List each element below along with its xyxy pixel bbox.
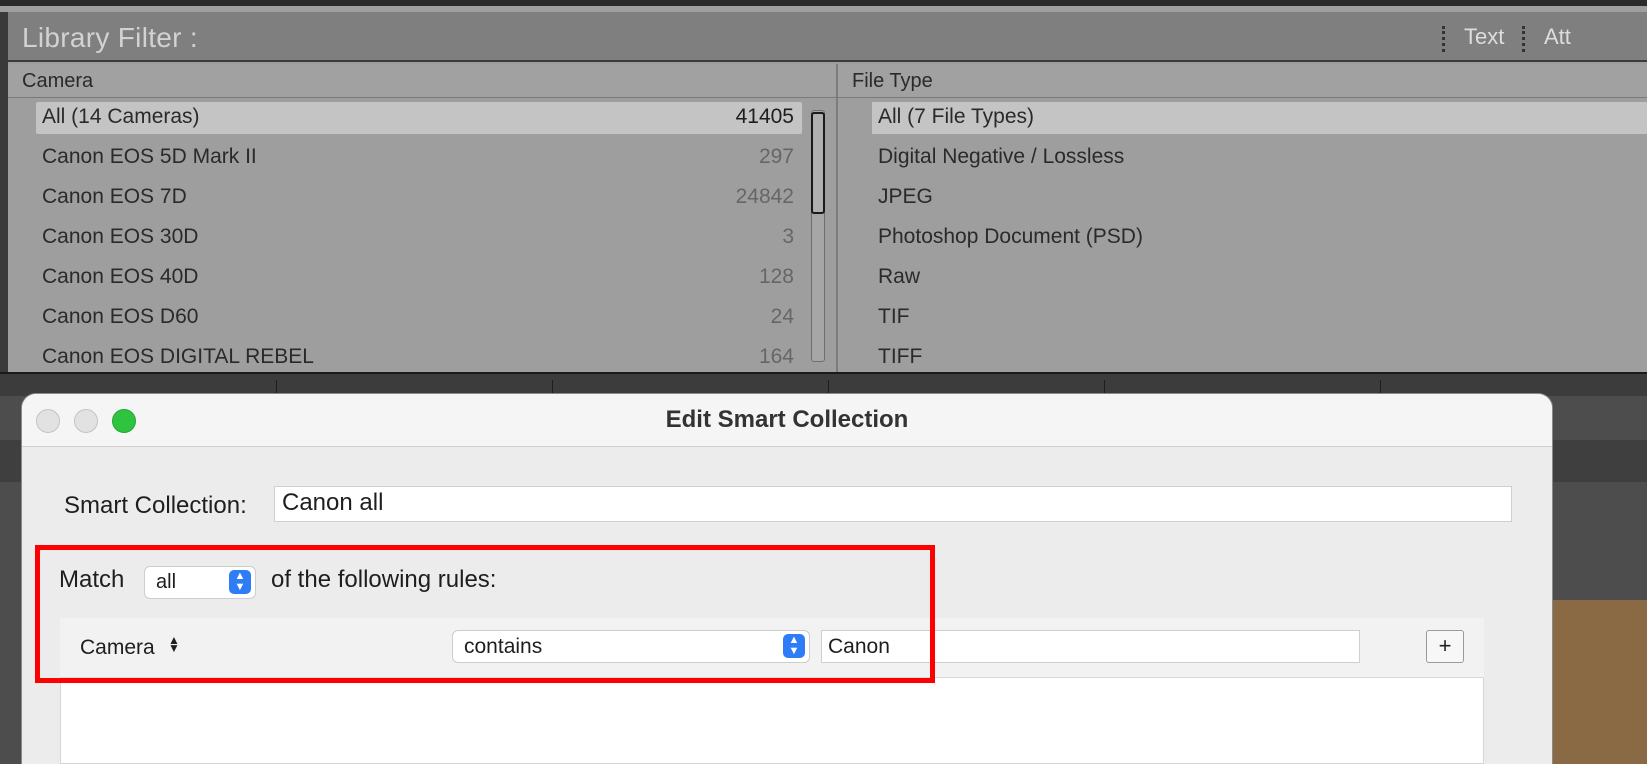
filetype-name: TIF — [878, 305, 910, 328]
filetype-name: Raw — [878, 265, 921, 288]
filter-tab-text[interactable]: Text — [1464, 24, 1504, 50]
camera-row[interactable]: Canon EOS 7D 24842 — [36, 182, 802, 214]
filetype-name: Photoshop Document (PSD) — [878, 225, 1143, 248]
camera-count: 164 — [758, 345, 794, 368]
filetype-row[interactable]: TIFF — [872, 342, 1647, 374]
filetype-column-header[interactable]: File Type — [838, 64, 1647, 98]
camera-name: Canon EOS 5D Mark II — [42, 145, 257, 168]
camera-row[interactable]: Canon EOS D60 24 — [36, 302, 802, 334]
dialog-title: Edit Smart Collection — [665, 406, 909, 433]
tab-separator — [1442, 26, 1445, 52]
library-filter-title: Library Filter : — [22, 22, 198, 53]
camera-count: 24842 — [735, 185, 794, 208]
highlight-annotation-box — [35, 545, 935, 683]
library-filter-bar: Library Filter : Text Att — [8, 12, 1647, 62]
filter-tab-attribute[interactable]: Att — [1544, 24, 1571, 50]
camera-count: 24 — [770, 305, 794, 328]
camera-row[interactable]: Canon EOS 5D Mark II 297 — [36, 142, 802, 174]
filetype-row[interactable]: Photoshop Document (PSD) — [872, 222, 1647, 254]
camera-name: Canon EOS 40D — [42, 265, 199, 288]
camera-row[interactable]: Canon EOS DIGITAL REBEL 164 — [36, 342, 802, 374]
camera-name: Canon EOS DIGITAL REBEL — [42, 345, 314, 368]
camera-count: 3 — [782, 225, 794, 248]
camera-row[interactable]: Canon EOS 40D 128 — [36, 262, 802, 294]
panel-edge — [0, 12, 8, 396]
filetype-row[interactable]: TIF — [872, 302, 1647, 334]
tab-separator — [1522, 26, 1525, 52]
camera-name: All (14 Cameras) — [42, 105, 200, 128]
library-column-strip — [0, 372, 1647, 400]
camera-row[interactable]: Canon EOS 30D 3 — [36, 222, 802, 254]
camera-column-header[interactable]: Camera — [8, 64, 836, 98]
camera-scroll-thumb[interactable] — [811, 112, 825, 214]
camera-name: Canon EOS 30D — [42, 225, 199, 248]
add-rule-button[interactable]: + — [1426, 630, 1464, 663]
filetype-name: All (7 File Types) — [878, 105, 1034, 128]
filetype-row-all[interactable]: All (7 File Types) — [872, 102, 1647, 134]
filetype-name: JPEG — [878, 185, 933, 208]
filetype-row[interactable]: JPEG — [872, 182, 1647, 214]
camera-name: Canon EOS 7D — [42, 185, 187, 208]
smart-collection-name-input[interactable]: Canon all — [274, 486, 1512, 522]
filetype-name: TIFF — [878, 345, 923, 368]
smart-collection-label: Smart Collection: — [64, 492, 247, 519]
camera-count: 128 — [758, 265, 794, 288]
camera-row-all[interactable]: All (14 Cameras) 41405 — [36, 102, 802, 134]
column-divider — [836, 64, 838, 384]
thumbnail-photo — [1552, 600, 1647, 764]
filetype-row[interactable]: Raw — [872, 262, 1647, 294]
filetype-row[interactable]: Digital Negative / Lossless — [872, 142, 1647, 174]
camera-count: 41405 — [735, 105, 794, 128]
rules-scrollbar[interactable] — [1484, 618, 1510, 764]
camera-count: 297 — [758, 145, 794, 168]
library-filter-panel: Library Filter : Text Att Camera File Ty… — [0, 0, 1647, 396]
camera-name: Canon EOS D60 — [42, 305, 199, 328]
filetype-name: Digital Negative / Lossless — [878, 145, 1125, 168]
dialog-titlebar: Edit Smart Collection — [22, 394, 1552, 447]
